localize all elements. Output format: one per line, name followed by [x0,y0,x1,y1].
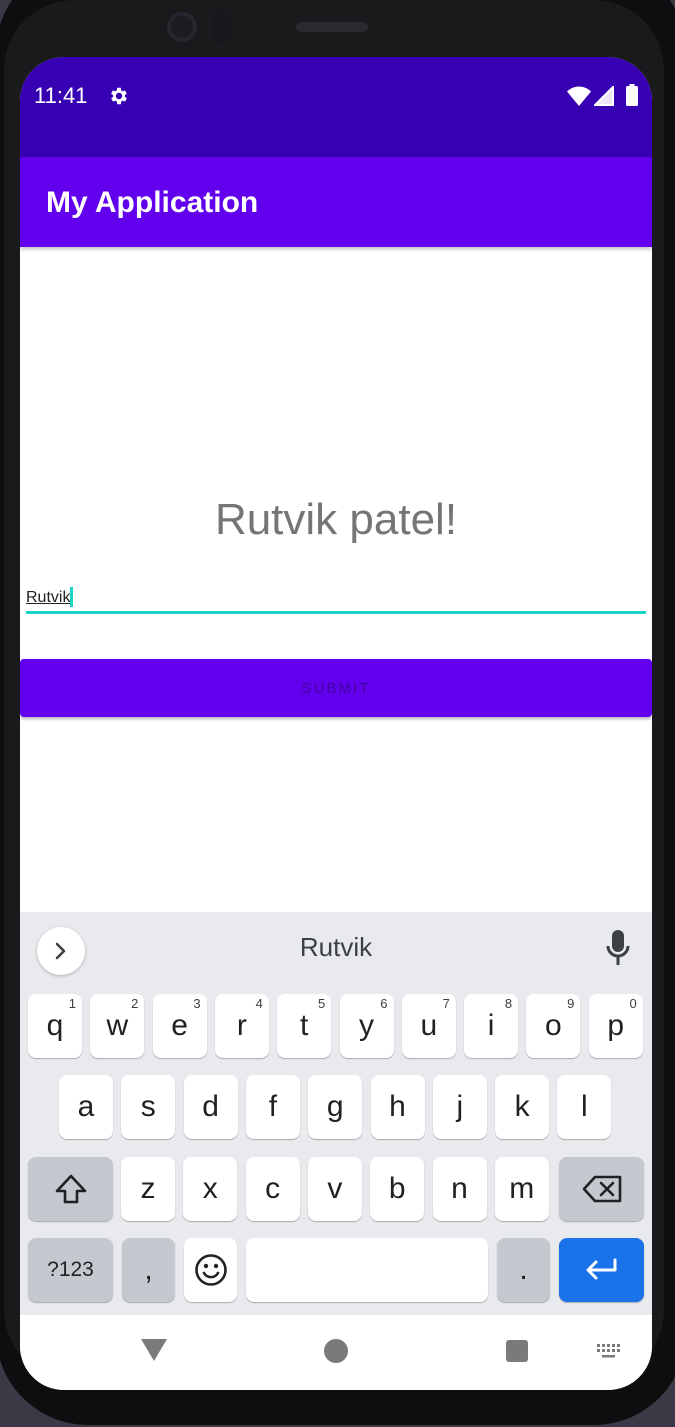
key-label: w [106,1009,129,1042]
key-e[interactable]: e3 [152,994,207,1058]
key-s[interactable]: s [121,1075,176,1139]
key-u[interactable]: u7 [401,994,456,1058]
key-g[interactable]: g [308,1075,363,1139]
home-circle-icon[interactable] [324,1339,348,1363]
key-label: r [236,1009,247,1042]
key-k[interactable]: k [495,1075,550,1139]
battery-icon [626,84,638,106]
key-n[interactable]: n [432,1157,487,1221]
key-d[interactable]: d [183,1075,238,1139]
key-label: e [171,1009,188,1042]
shift-key[interactable] [28,1157,113,1221]
space-key[interactable] [246,1238,488,1302]
keyboard-switch-icon[interactable] [597,1344,623,1360]
key-hint: 7 [442,996,450,1011]
key-c[interactable]: c [245,1157,300,1221]
key-hint: 0 [629,996,637,1011]
key-hint: 1 [68,996,76,1011]
key-label: i [487,1009,495,1042]
greeting-text: Rutvik patel! [214,495,458,544]
enter-key[interactable] [559,1238,644,1302]
recents-square-icon[interactable] [506,1340,528,1362]
key-v[interactable]: v [307,1157,362,1221]
key-p[interactable]: p0 [588,994,643,1058]
key-t[interactable]: t5 [277,994,332,1058]
submit-button[interactable]: SUBMIT [20,659,652,717]
earpiece-speaker [296,22,368,32]
key-y[interactable]: y6 [339,994,394,1058]
key-f[interactable]: f [245,1075,300,1139]
soft-keyboard: Rutvik q1w2e3r4t5y6u7i8o9p0 asdfghjkl zx… [20,912,652,1315]
wifi-icon [567,86,591,106]
key-m[interactable]: m [494,1157,549,1221]
key-r[interactable]: r4 [214,994,269,1058]
key-hint: 8 [504,996,513,1011]
key-b[interactable]: b [370,1157,425,1221]
device-screen: 11:41 My Application Rutvik patel! Rutvi… [20,57,652,1390]
key-hint: 3 [193,996,201,1011]
emoji-key[interactable] [184,1238,237,1302]
gear-icon [111,87,127,105]
key-hint: 9 [567,996,575,1011]
key-i[interactable]: i8 [464,994,519,1058]
key-a[interactable]: a [59,1075,113,1139]
key-hint: 6 [380,996,388,1011]
navigation-bar [20,1315,652,1390]
proximity-sensor [212,8,230,44]
name-input[interactable]: Rutvik [26,584,646,614]
key-x[interactable]: x [183,1157,238,1221]
input-underline [26,611,646,614]
key-o[interactable]: o9 [526,994,581,1058]
key-label: u [420,1009,438,1042]
key-q[interactable]: q1 [28,994,82,1058]
key-z[interactable]: z [121,1157,175,1221]
signal-icon [594,86,614,106]
key-label: t [300,1009,309,1042]
key-label: p [607,1009,625,1042]
text-cursor [70,587,73,607]
key-hint: 5 [317,996,326,1011]
key-h[interactable]: h [370,1075,425,1139]
key-hint: 2 [131,996,139,1011]
suggestion-word[interactable]: Rutvik [20,932,652,963]
app-title: My Application [46,186,259,219]
app-bar: My Application [20,157,652,247]
status-bar: 11:41 [20,57,652,157]
name-input-value: Rutvik [26,589,71,606]
period-key[interactable]: . [497,1238,550,1302]
comma-key[interactable]: , [122,1238,175,1302]
microphone-icon[interactable] [606,930,630,966]
key-label: q [46,1009,64,1042]
key-hint: 4 [255,996,263,1011]
back-triangle-icon[interactable] [141,1339,167,1361]
backspace-key[interactable] [559,1157,644,1221]
symbols-key[interactable]: ?123 [28,1238,113,1302]
key-j[interactable]: j [432,1075,487,1139]
key-w[interactable]: w2 [90,994,145,1058]
status-time: 11:41 [34,83,88,108]
key-label: o [545,1009,562,1042]
key-l[interactable]: l [557,1075,612,1139]
key-label: y [359,1009,374,1042]
front-camera [167,12,197,42]
